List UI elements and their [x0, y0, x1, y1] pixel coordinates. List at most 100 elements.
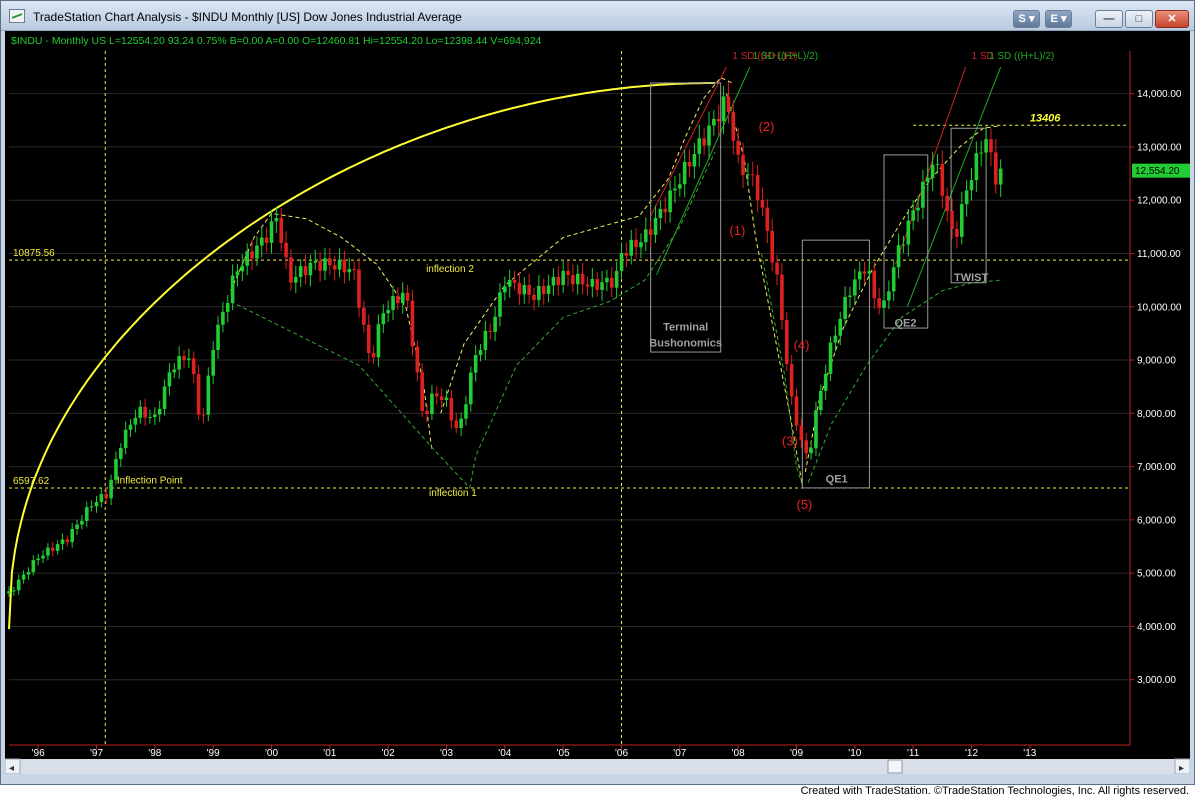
- candle-body: [255, 245, 259, 259]
- annotation-qe2: QE2: [895, 317, 917, 329]
- candle-body: [780, 274, 784, 321]
- candle-body: [41, 555, 45, 559]
- candle-body: [775, 262, 779, 275]
- candle-body: [853, 279, 857, 296]
- candle-body: [99, 493, 104, 502]
- candle-body: [687, 161, 692, 167]
- sd-red-line-1: [650, 66, 727, 217]
- wave-label-3: (3): [782, 433, 798, 448]
- x-tick-label: '09: [790, 748, 803, 759]
- s-menu-button[interactable]: S ▾: [1013, 10, 1040, 28]
- candle-body: [396, 296, 400, 304]
- candle-body: [352, 268, 356, 270]
- candle-body: [532, 294, 536, 300]
- candle-body: [882, 300, 886, 308]
- candle-body: [512, 279, 517, 283]
- candle-body: [483, 330, 488, 351]
- candle-body: [167, 372, 172, 387]
- maximize-icon: □: [1135, 13, 1143, 25]
- minimize-button[interactable]: —: [1095, 10, 1123, 28]
- candle-body: [556, 276, 561, 286]
- level-label-upper: 10875.56: [13, 248, 55, 259]
- candle-body: [347, 268, 352, 273]
- candle-body: [998, 168, 1003, 185]
- dotted-arc-2003: [440, 76, 733, 414]
- candle-body: [279, 217, 284, 243]
- grid: [9, 51, 1131, 746]
- candle-body: [697, 138, 702, 154]
- y-axis: 3,000.00 4,000.00 5,000.00 6,000.00 7,000.00…: [1130, 89, 1182, 686]
- candle-body: [478, 350, 483, 355]
- x-axis: '96 '97 '98 '99 '00 '01 '02 '03 '04 '05 '06 '07 '08 '…: [32, 745, 1037, 759]
- candle-body: [133, 417, 138, 425]
- candle-body: [750, 174, 755, 176]
- candle-body: [119, 447, 123, 460]
- candle-body: [138, 406, 143, 418]
- x-tick-label: '05: [557, 748, 570, 759]
- candle-body: [930, 164, 935, 178]
- chart-area[interactable]: $INDU - Monthly US L=12554.20 93.24 0.75…: [5, 31, 1190, 774]
- x-tick-label: '02: [382, 748, 395, 759]
- candle-body: [862, 271, 867, 274]
- candle-body: [337, 259, 342, 270]
- candle-body: [7, 591, 11, 594]
- scrollbar-thumb[interactable]: [887, 759, 903, 774]
- candle-body: [921, 181, 925, 208]
- candle-body: [877, 298, 881, 308]
- candle-body: [872, 270, 877, 299]
- candle-body: [896, 245, 901, 268]
- candle-body: [994, 152, 998, 185]
- candle-body: [488, 330, 493, 332]
- candle-body: [289, 257, 293, 283]
- candle-body: [950, 211, 954, 229]
- candle-body: [36, 558, 40, 561]
- candle-body: [230, 275, 235, 303]
- candle-body: [765, 207, 770, 231]
- y-tick-label: 7,000.00: [1137, 462, 1176, 473]
- annotation-inflection-1: inflection 1: [429, 488, 477, 499]
- candle-body: [736, 140, 740, 155]
- candle-body: [833, 335, 838, 343]
- candle-body: [84, 507, 89, 521]
- candle-body: [157, 408, 162, 415]
- x-tick-label: '99: [207, 748, 220, 759]
- candle-body: [182, 356, 186, 360]
- candle-body: [298, 266, 303, 277]
- candle-body: [235, 271, 240, 276]
- maximize-button[interactable]: □: [1125, 10, 1153, 28]
- candle-body: [274, 217, 279, 222]
- close-button[interactable]: ✕: [1155, 10, 1189, 28]
- candle-body: [614, 270, 619, 288]
- candle-body: [770, 230, 774, 263]
- candle-body: [682, 161, 687, 185]
- candle-body: [80, 520, 84, 525]
- y-tick-label: 3,000.00: [1137, 675, 1176, 686]
- candle-body: [755, 174, 760, 200]
- price-chart[interactable]: $INDU - Monthly US L=12554.20 93.24 0.75…: [5, 31, 1190, 774]
- green-dashed-recovery: [807, 279, 1001, 483]
- candle-body: [55, 544, 60, 551]
- candle-body: [294, 276, 298, 283]
- candle-body: [605, 277, 609, 283]
- horizontal-scrollbar[interactable]: ◂ ▸: [5, 758, 1190, 774]
- annotation-twist: TWIST: [954, 272, 988, 284]
- x-tick-label: '96: [32, 748, 45, 759]
- candle-body: [702, 138, 706, 146]
- y-tick-label: 6,000.00: [1137, 515, 1176, 526]
- x-tick-label: '98: [148, 748, 161, 759]
- chevron-down-icon: ▾: [1060, 13, 1067, 25]
- candle-body: [153, 414, 157, 418]
- candle-body: [721, 96, 726, 122]
- candle-body: [381, 313, 386, 325]
- scrollbar-track[interactable]: [5, 759, 1190, 774]
- e-menu-button[interactable]: E ▾: [1045, 10, 1072, 28]
- x-tick-label: '10: [848, 748, 861, 759]
- candle-body: [459, 418, 463, 428]
- candle-body: [104, 493, 109, 499]
- candle-body: [400, 292, 405, 304]
- candle-body: [658, 208, 663, 219]
- candle-body: [148, 417, 152, 419]
- candle-body: [546, 285, 551, 294]
- candle-body: [430, 393, 434, 414]
- candle-body: [959, 204, 964, 237]
